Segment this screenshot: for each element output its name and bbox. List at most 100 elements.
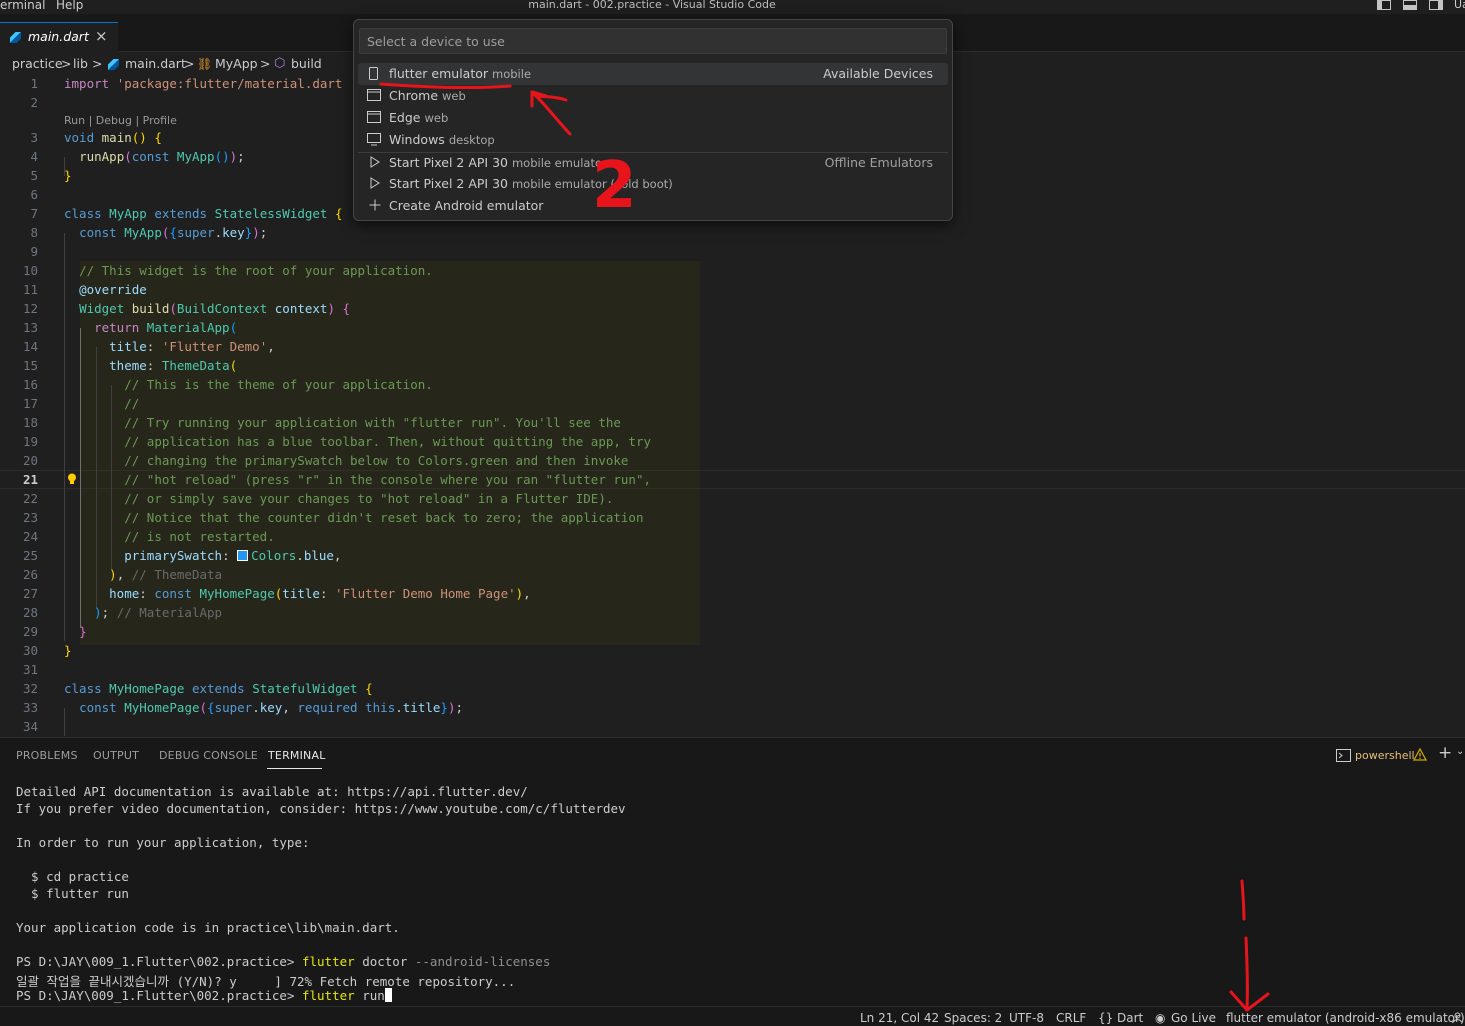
device-option-edge[interactable]: Edge web [358,107,948,129]
code-line[interactable]: // Notice that the counter didn't reset … [64,510,643,525]
breadcrumb-main-dart[interactable]: main.dart [125,56,186,71]
status-bar: Ln 21, Col 42 Spaces: 2 UTF-8 CRLF {} Da… [0,1006,1465,1026]
code-line[interactable]: // application has a blue toolbar. Then,… [64,434,651,449]
code-line[interactable]: ); // MaterialApp [64,605,222,620]
code-line[interactable]: void main() { [64,130,162,145]
breadcrumb-practice[interactable]: practice [12,56,63,71]
line-number: 1 [30,76,38,91]
code-line[interactable]: return MaterialApp( [64,320,237,335]
breadcrumb-build[interactable]: build [291,56,322,71]
device-option-flutter-emulator[interactable]: flutter emulator mobile Available Devices [358,63,948,85]
shell-name[interactable]: powershell [1355,749,1415,762]
code-line[interactable]: // is not restarted. [64,529,275,544]
device-option-windows[interactable]: Windows desktop [358,129,948,151]
code-line[interactable]: // This widget is the root of your appli… [64,263,433,278]
line-number: 2 [30,95,38,110]
line-number: 6 [30,187,38,202]
code-line[interactable]: @override [64,282,147,297]
device-search-input[interactable]: Select a device to use [359,28,947,54]
code-line[interactable]: // Try running your application with "fl… [64,415,621,430]
device-option-chrome[interactable]: Chrome web [358,85,948,107]
emulator-option-pixel2-cold-boot[interactable]: Start Pixel 2 API 30 mobile emulator (col… [358,173,948,195]
line-number: 30 [22,643,38,658]
customize-layout-label[interactable]: Ua [1454,0,1465,11]
code-line[interactable]: } [64,168,72,183]
code-line[interactable]: // changing the primarySwatch below to C… [64,453,628,468]
code-line[interactable]: const MyApp({super.key}); [64,225,267,240]
code-line[interactable]: // [64,396,139,411]
color-swatch-icon[interactable] [237,550,249,561]
line-number: 9 [30,244,38,259]
tab-terminal[interactable]: TERMINAL [268,749,326,762]
line-number: 14 [22,339,38,354]
tab-main-dart[interactable]: main.dart × [0,22,118,52]
encoding[interactable]: UTF-8 [1009,1011,1044,1025]
breadcrumb-myapp[interactable]: MyApp [215,56,258,71]
code-line[interactable]: primarySwatch: Colors.blue, [64,548,341,563]
device-description: web [442,89,466,103]
terminal-line: If you prefer video documentation, consi… [16,801,626,816]
code-line[interactable]: title: 'Flutter Demo', [64,339,275,354]
tab-problems[interactable]: PROBLEMS [16,749,78,762]
new-terminal-icon[interactable]: + [1438,743,1452,763]
language-mode[interactable]: Dart [1117,1011,1143,1025]
code-line[interactable]: class MyApp extends StatelessWidget { [64,206,343,221]
code-line[interactable]: } [64,643,72,658]
emulator-description: mobile emulator [511,156,607,170]
create-android-emulator-option[interactable]: Create Android emulator [358,195,948,217]
code-line[interactable]: ), // ThemeData [64,567,222,582]
device-description: desktop [448,133,495,147]
line-number: 13 [22,320,38,335]
toggle-primary-sidebar-icon[interactable] [1377,0,1391,10]
line-number: 19 [22,434,38,449]
go-live-button[interactable]: Go Live [1171,1011,1216,1025]
terminal-input-line[interactable]: PS D:\JAY\009_1.Flutter\002.practice> fl… [16,988,392,1003]
chevron-down-icon[interactable]: ⌄ [1456,746,1464,757]
terminal-line: Your application code is in practice\lib… [16,920,400,935]
browser-icon [367,111,381,123]
command-arg: doctor [354,954,408,969]
create-emulator-label: Create Android emulator [389,198,544,213]
line-number: 27 [22,586,38,601]
line-number: 22 [22,491,38,506]
end-of-line[interactable]: CRLF [1056,1011,1086,1025]
line-number: 34 [22,719,38,734]
codelens-run-debug-profile[interactable]: Run | Debug | Profile [64,114,177,127]
device-description: mobile [492,67,532,81]
code-line[interactable]: home: const MyHomePage(title: 'Flutter D… [64,586,531,601]
command-arg: run [354,988,385,1003]
code-line[interactable]: } [64,624,87,639]
lightbulb-icon[interactable] [67,473,77,485]
code-line[interactable]: // or simply save your changes to "hot r… [64,491,613,506]
indentation[interactable]: Spaces: 2 [944,1011,1002,1025]
title-bar: erminal Help main.dart - 002.practice - … [0,0,1465,14]
prompt: PS D:\JAY\009_1.Flutter\002.practice> [16,954,302,969]
code-line[interactable]: class MyHomePage extends StatefulWidget … [64,681,373,696]
terminal-icon [1336,749,1351,762]
group-offline-emulators: Offline Emulators [824,155,933,170]
breadcrumb-separator: > [184,56,195,71]
code-line[interactable]: // This is the theme of your application… [64,377,433,392]
tab-output[interactable]: OUTPUT [93,749,139,762]
emulator-option-pixel2[interactable]: Start Pixel 2 API 30 mobile emulator Offl… [358,152,948,174]
tab-close-icon[interactable]: × [95,27,108,45]
code-line[interactable]: Widget build(BuildContext context) { [64,301,350,316]
toggle-panel-icon[interactable] [1403,0,1417,10]
browser-icon [367,89,381,101]
toggle-secondary-sidebar-icon[interactable] [1429,0,1443,10]
tab-debug-console[interactable]: DEBUG CONSOLE [159,749,258,762]
code-line[interactable]: import 'package:flutter/material.dart [64,76,342,91]
method-symbol-icon: ⬡ [274,56,286,71]
command-flag: --android-licenses [407,954,551,969]
code-line[interactable]: runApp(const MyApp()); [64,149,245,164]
line-number: 4 [30,149,38,164]
flutter-device-selector[interactable]: flutter emulator (android-x86 emulator) [1226,1011,1465,1025]
accounts-icon[interactable] [1451,1011,1464,1024]
cursor-position[interactable]: Ln 21, Col 42 [860,1011,939,1025]
breadcrumb-lib[interactable]: lib [73,56,88,71]
code-line[interactable]: const MyHomePage({super.key, required th… [64,700,463,715]
code-line[interactable]: theme: ThemeData( [64,358,237,373]
code-line[interactable]: // "hot reload" (press "r" in the consol… [64,472,651,487]
terminal-line: Detailed API documentation is available … [16,784,528,799]
line-number: 28 [22,605,38,620]
